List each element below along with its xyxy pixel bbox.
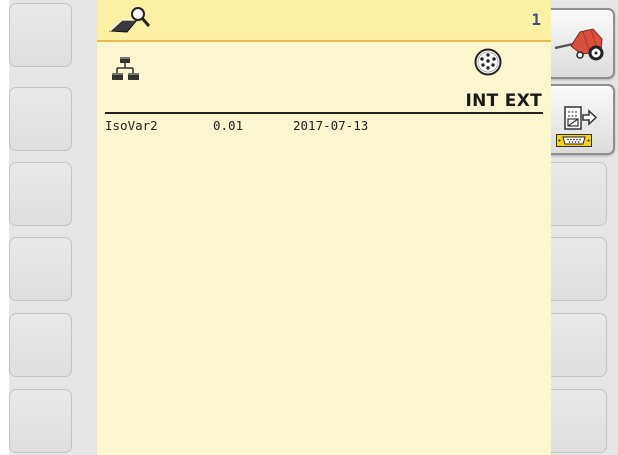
int-ext-column-header: INT EXT <box>465 91 542 111</box>
right-softkey-4[interactable] <box>544 237 607 301</box>
header-divider <box>105 112 543 114</box>
module-version: 0.01 <box>213 118 244 133</box>
right-softkey-3[interactable] <box>544 162 607 226</box>
machine-search-icon <box>107 5 155 39</box>
module-name: IsoVar2 <box>105 118 158 133</box>
left-softkey-1[interactable] <box>9 3 72 67</box>
left-softkey-6[interactable] <box>9 389 72 453</box>
serial-port-icon <box>496 119 593 165</box>
main-screen: 1 INT EXT IsoVar2 0.01 2017-07-13 <box>97 0 593 455</box>
title-bar: 1 <box>97 0 551 42</box>
terminal-frame: 1 INT EXT IsoVar2 0.01 2017-07-13 <box>9 0 618 455</box>
network-nodes-icon <box>111 55 141 89</box>
page-number: 1 <box>531 10 541 29</box>
left-softkey-4[interactable] <box>9 237 72 301</box>
left-softkey-5[interactable] <box>9 313 72 377</box>
table-row[interactable]: IsoVar2 0.01 2017-07-13 <box>105 116 593 147</box>
round-connector-icon <box>473 47 503 81</box>
baler-softkey[interactable] <box>544 8 615 79</box>
right-softkey-5[interactable] <box>544 313 607 377</box>
right-softkey-6[interactable] <box>544 389 607 453</box>
left-softkey-3[interactable] <box>9 162 72 226</box>
module-date: 2017-07-13 <box>293 118 369 133</box>
round-baler-icon <box>554 27 603 60</box>
left-softkey-2[interactable] <box>9 87 72 151</box>
